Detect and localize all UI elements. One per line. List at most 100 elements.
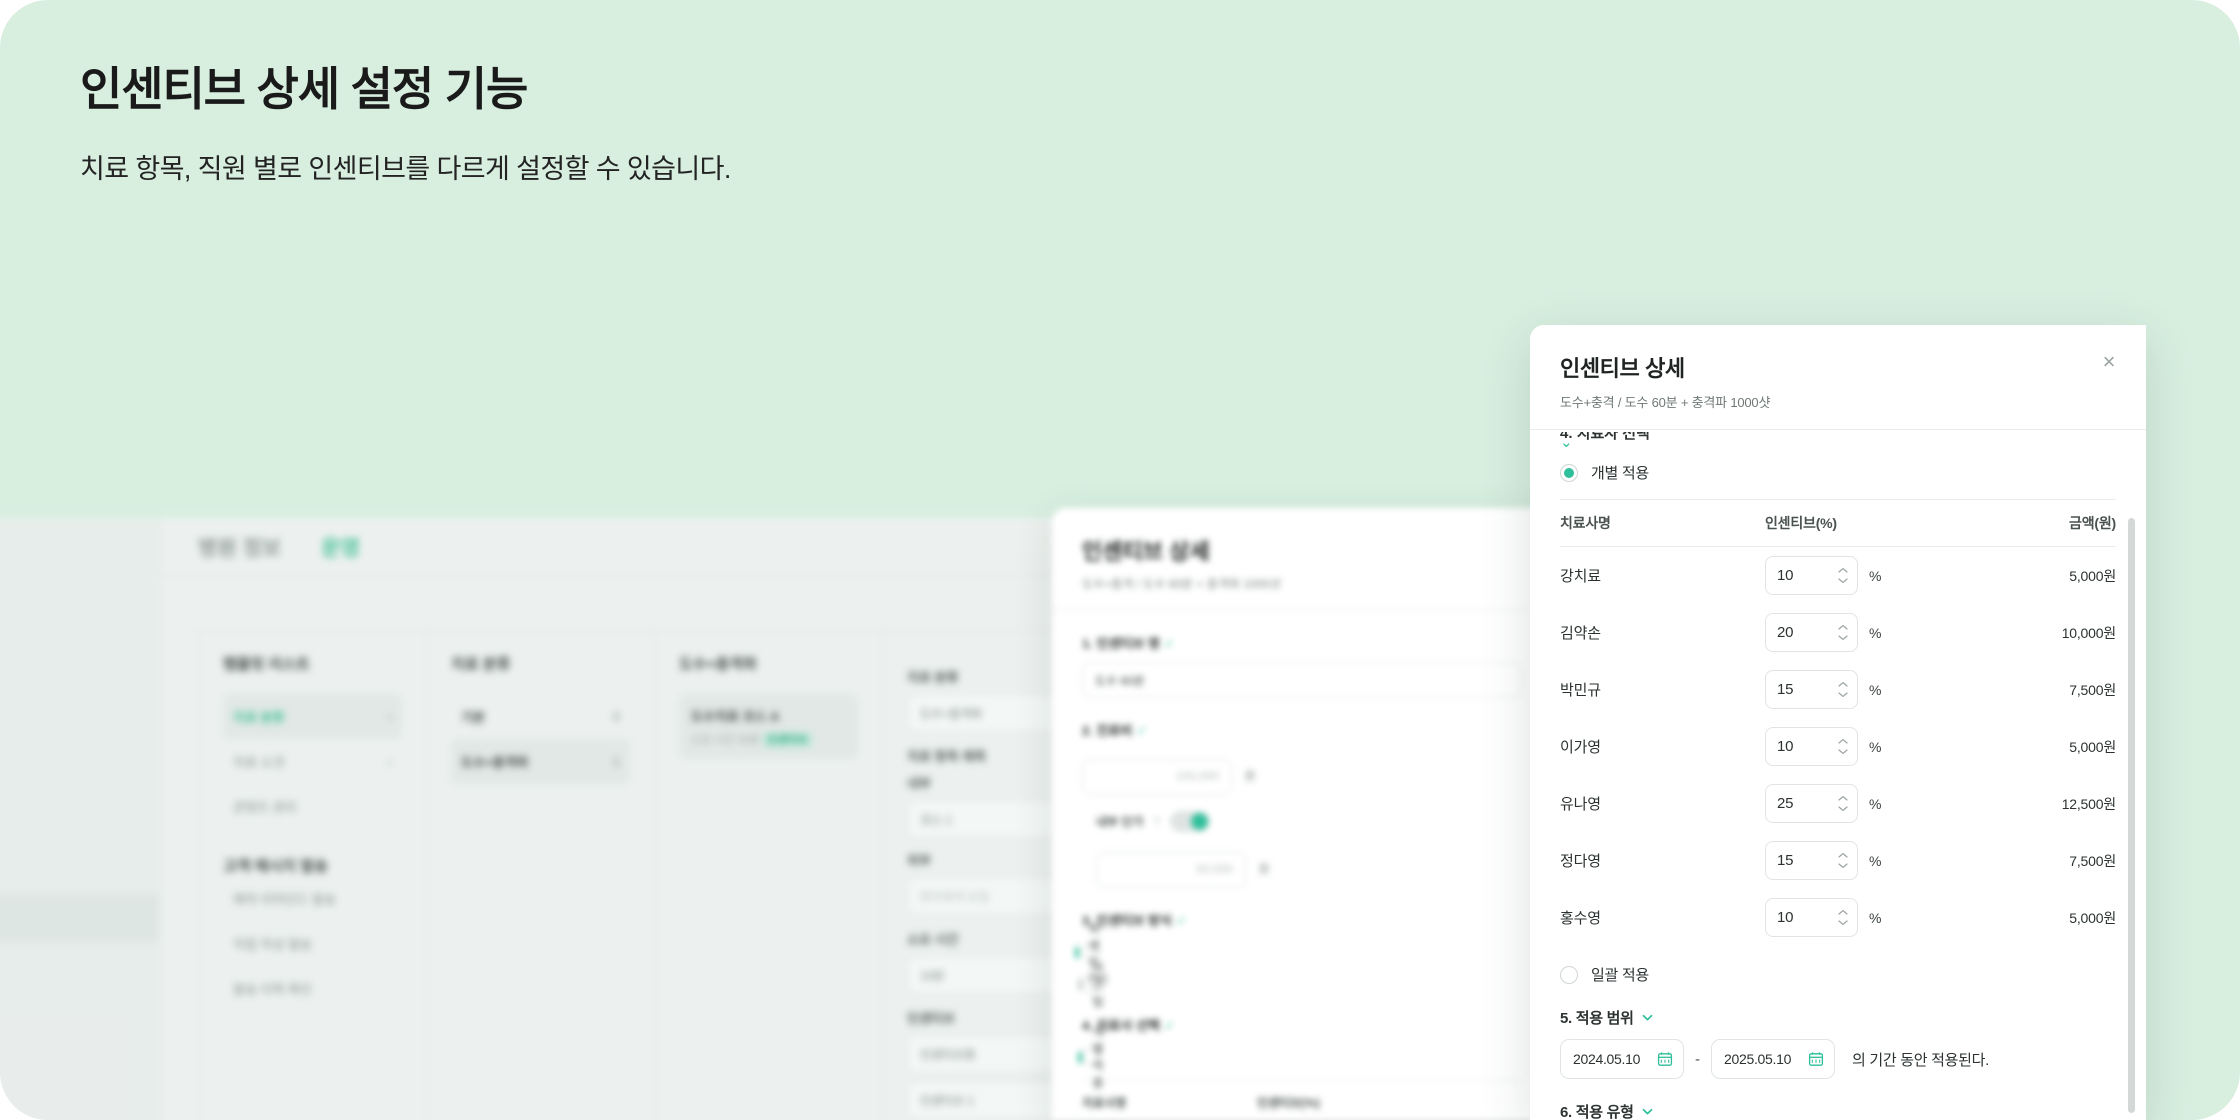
radio-icon-bulk[interactable] (1560, 965, 1578, 984)
category-row-0: 기본 0 (451, 694, 630, 739)
radio-option-bulk[interactable]: 일괄 적용 (1560, 964, 2116, 985)
category-card-title: 치료 분류 (451, 656, 511, 673)
incentive-stepper[interactable]: 10 (1765, 556, 1858, 595)
category-row-0-label: 기본 (461, 710, 485, 725)
radio-option-individual[interactable]: 개별 적용 (1560, 462, 2116, 483)
therapist-name: 박민규 (1560, 682, 1601, 699)
check-icon: ✓ (1163, 636, 1175, 651)
sidebar-item-3: 통계 (0, 796, 133, 845)
incentive-stepper[interactable]: 15 (1765, 670, 1858, 709)
radio-icon-individual[interactable] (1560, 463, 1578, 482)
stepper-down-icon (1838, 749, 1848, 755)
percent-sign: % (1869, 681, 1882, 698)
check-icon: ✓ (1163, 1018, 1175, 1033)
bg-table-header: 치료사명 인센티브(%) (1082, 1080, 1522, 1120)
sidebar-item-1: 예약 (0, 698, 133, 747)
date-range-separator: - (1695, 1050, 1700, 1068)
incentive-value[interactable]: 15 (1777, 681, 1837, 698)
chevron-down-icon[interactable] (1641, 1011, 1654, 1024)
amount-value: 5,000원 (2069, 738, 2116, 755)
help-icon: ? (1153, 814, 1161, 829)
stepper-arrows[interactable] (1837, 909, 1849, 926)
table-row: 박민규 15% 7,500원 (1560, 661, 2116, 718)
stepper-arrows[interactable] (1837, 738, 1849, 755)
page-canvas: 인센티브 상세 설정 기능 치료 항목, 직원 별로 인센티브를 다르게 설정할… (0, 0, 2240, 1120)
incentive-value[interactable]: 10 (1777, 909, 1837, 926)
sidebar-item-5: 설정 (0, 894, 159, 943)
radio-label-bulk: 일괄 적용 (1591, 967, 1649, 984)
percent-sign: % (1869, 795, 1882, 812)
incentive-stepper[interactable]: 10 (1765, 898, 1858, 937)
treatment-item-chip: 도수치료 코스 A 소요 시간 30분 인센티브 (679, 694, 858, 759)
close-icon[interactable]: × (2096, 349, 2122, 375)
tab-operations: 운영 (321, 536, 360, 560)
stepper-arrows[interactable] (1837, 795, 1849, 812)
amount-value: 10,000원 (2061, 624, 2117, 641)
treatment-item-duration: 소요 시간 30분 (691, 734, 760, 746)
stepper-up-icon (1838, 739, 1848, 744)
stepper-arrows[interactable] (1837, 852, 1849, 869)
app-sidebar: 바루다닥터|← 바루다 정형외과 환자 예약 차트 통계 안내 설정 (0, 518, 160, 1120)
bg-section-4-label: 4. 치료사 선택 ✓ (1082, 1018, 1175, 1033)
incentive-table: 치료사명 인센티브(%) 금액(원) 강치료 10% 5,000원 김약손 20% 10,… (1560, 499, 2116, 946)
radio-icon (1078, 1050, 1083, 1064)
message-item-2-label: 발송 이력 확인 (233, 982, 312, 997)
page-title: 인센티브 상세 설정 기능 (80, 63, 528, 115)
therapist-name: 유나영 (1560, 796, 1601, 813)
incentive-value[interactable]: 10 (1777, 567, 1837, 584)
therapist-name: 이가영 (1560, 739, 1601, 756)
sidebar-nav: 환자 예약 차트 통계 안내 설정 (0, 649, 159, 943)
incentive-pct-cell: 20% (1765, 604, 1997, 661)
sidebar-item-4: 안내 (0, 845, 133, 894)
stepper-down-icon (1838, 635, 1848, 641)
template-item-0: 치료 분류 › (223, 694, 402, 739)
bg-modal-divider (1052, 610, 1552, 611)
incentive-value[interactable]: 25 (1777, 795, 1837, 812)
incentive-pct-cell: 10% (1765, 889, 1997, 946)
incentive-stepper[interactable]: 25 (1765, 784, 1858, 823)
category-row-1-count: 1 (612, 754, 620, 769)
th-incentive-pct: 인센티브(%) (1765, 499, 1997, 547)
hero-block: 인센티브 상세 설정 기능 치료 항목, 직원 별로 인센티브를 다르게 설정할… (80, 62, 731, 188)
bg-price-unit: 원 (1244, 769, 1256, 783)
sidebar-item-0: 환자 (0, 649, 133, 698)
stepper-arrows[interactable] (1837, 624, 1849, 641)
stepper-up-icon (1838, 796, 1848, 801)
incentive-stepper[interactable]: 20 (1765, 613, 1858, 652)
stepper-up-icon (1838, 853, 1848, 858)
section-5-label[interactable]: 5. 적용 범위 (1560, 1007, 2116, 1028)
start-date-field[interactable]: 2024.05.10 (1560, 1039, 1684, 1079)
amount-value: 5,000원 (2069, 909, 2116, 926)
incentive-value[interactable]: 10 (1777, 738, 1837, 755)
therapist-name: 강치료 (1560, 568, 1601, 585)
incentive-value[interactable]: 15 (1777, 852, 1837, 869)
table-row: 정다영 15% 7,500원 (1560, 832, 2116, 889)
therapist-name: 김약손 (1560, 625, 1601, 642)
message-item-2: 발송 이력 확인 (223, 966, 402, 1011)
bg-internal-price-toggle-row: 내부 단가 ? (1082, 811, 1522, 832)
th-amount: 금액(원) (1997, 499, 2116, 547)
amount-value: 12,500원 (2061, 795, 2117, 812)
section-5-text: 5. 적용 범위 (1560, 1010, 1634, 1027)
section-6-label[interactable]: 6. 적용 유형 (1560, 1101, 2116, 1120)
bg-internal-price-input: 50,000 (1096, 852, 1246, 888)
incentive-stepper[interactable]: 15 (1765, 841, 1858, 880)
incentive-value[interactable]: 20 (1777, 624, 1837, 641)
table-row: 유나영 25% 12,500원 (1560, 775, 2116, 832)
calendar-icon[interactable] (1808, 1051, 1824, 1067)
modal-scrollbar[interactable] (2128, 518, 2135, 1113)
treatment-item-badge: 인센티브 (763, 733, 812, 747)
end-date-field[interactable]: 2025.05.10 (1711, 1039, 1835, 1079)
message-item-0: 예약 리마인드 발송 (223, 876, 402, 921)
bg-radio-individual: 개별 적용 (1078, 1025, 1104, 1090)
treatment-category-card: 치료 분류 기본 0 도수+충격파 1 (426, 630, 654, 1120)
incentive-stepper[interactable]: 10 (1765, 727, 1858, 766)
message-item-1-label: 직접 작성 발송 (233, 937, 312, 952)
incentive-pct-cell: 15% (1765, 832, 1997, 889)
calendar-icon[interactable] (1657, 1051, 1673, 1067)
chevron-down-icon[interactable] (1641, 1105, 1654, 1118)
stepper-arrows[interactable] (1837, 681, 1849, 698)
radio-icon (1074, 945, 1079, 959)
stepper-arrows[interactable] (1837, 567, 1849, 584)
category-row-1: 도수+충격파 1 (451, 739, 630, 784)
